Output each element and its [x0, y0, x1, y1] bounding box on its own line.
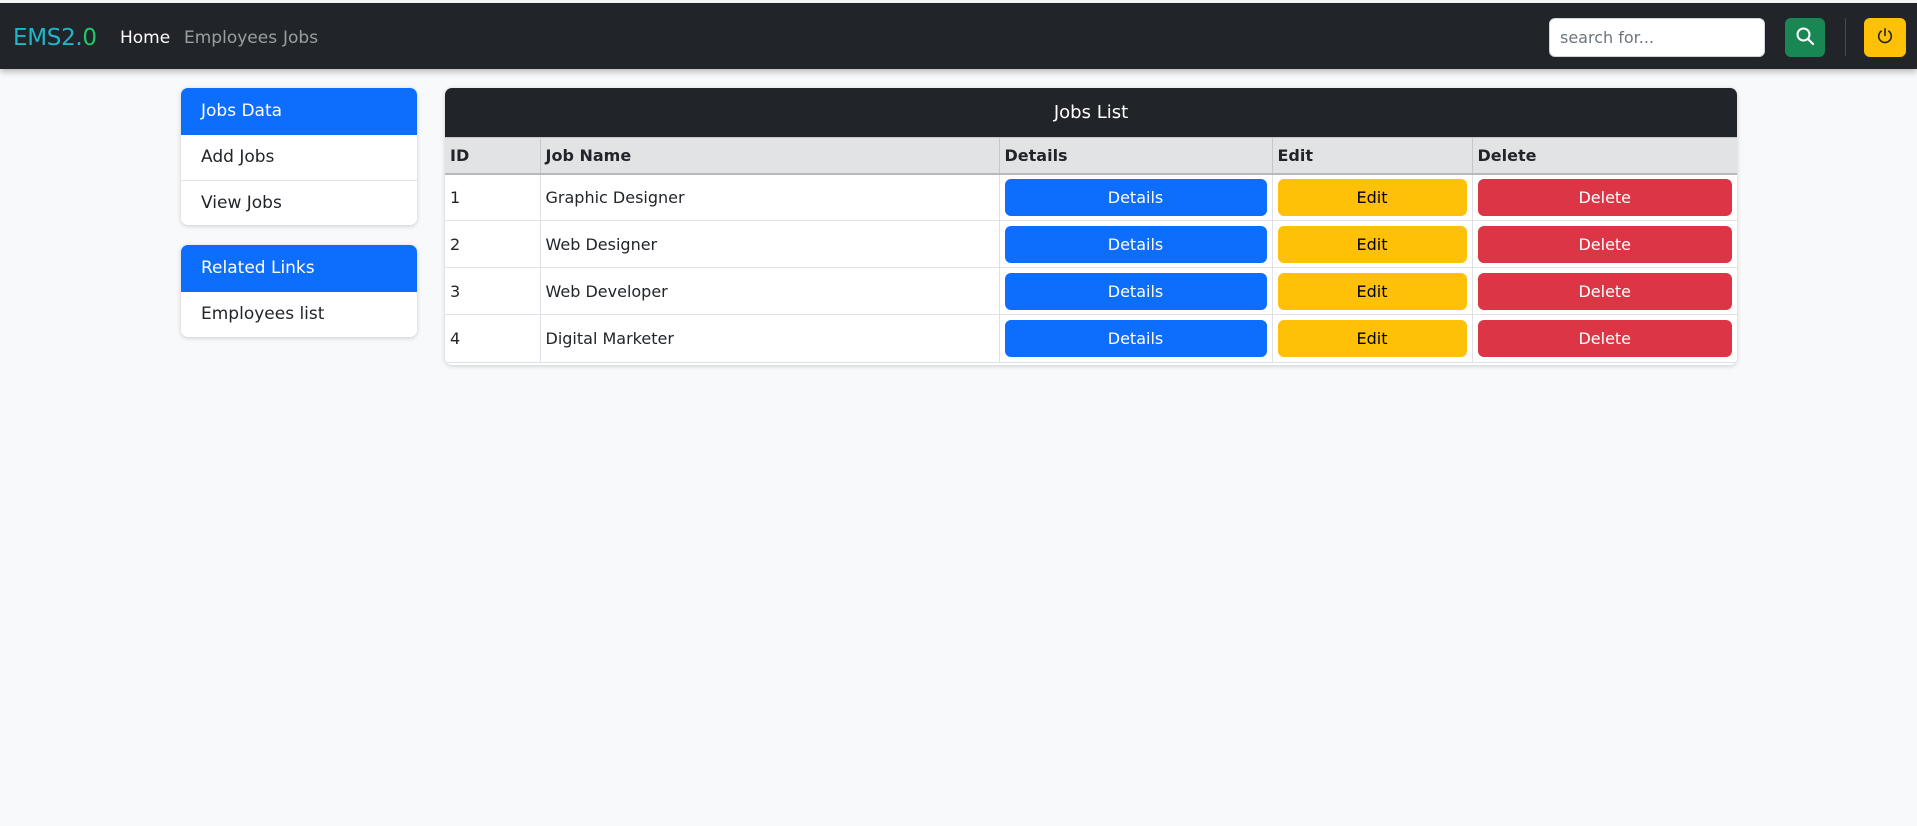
delete-cell: Delete: [1471, 267, 1737, 315]
table-header-row: ID Job Name Details Edit Delete: [445, 137, 1737, 175]
brand-logo[interactable]: EMS2.0: [13, 25, 97, 51]
jobs-data-card: Jobs Data Add Jobs View Jobs: [181, 88, 417, 225]
jobs-table: ID Job Name Details Edit Delete 1 Graphi…: [445, 137, 1737, 363]
sidebar-item-view-jobs[interactable]: View Jobs: [181, 180, 417, 225]
search-input[interactable]: [1549, 18, 1765, 57]
delete-cell: Delete: [1471, 220, 1737, 268]
job-id: 2: [445, 220, 541, 268]
table-row: 1 Graphic Designer Details Edit Delete: [445, 173, 1737, 221]
jobs-list-title: Jobs List: [445, 88, 1737, 137]
edit-cell: Edit: [1271, 267, 1473, 315]
edit-button[interactable]: Edit: [1277, 225, 1467, 263]
column-header-edit: Edit: [1271, 137, 1473, 175]
edit-button[interactable]: Edit: [1277, 320, 1467, 357]
top-navbar: EMS2.0 Home Employees Jobs: [0, 0, 1917, 69]
column-header-job-name: Job Name: [539, 137, 1000, 175]
navbar-divider: [1845, 18, 1846, 56]
details-cell: Details: [998, 173, 1273, 221]
edit-cell: Edit: [1271, 220, 1473, 268]
details-button[interactable]: Details: [1004, 272, 1267, 310]
job-id: 3: [445, 267, 541, 315]
job-name: Web Developer: [539, 267, 1000, 315]
job-id: 4: [445, 314, 541, 363]
nav-link-home[interactable]: Home: [120, 27, 170, 49]
delete-button[interactable]: Delete: [1477, 320, 1732, 357]
job-name: Graphic Designer: [539, 173, 1000, 221]
edit-cell: Edit: [1271, 173, 1473, 221]
delete-cell: Delete: [1471, 314, 1737, 363]
details-button[interactable]: Details: [1004, 225, 1267, 263]
details-button[interactable]: Details: [1004, 320, 1267, 357]
delete-button[interactable]: Delete: [1477, 178, 1732, 216]
column-header-details: Details: [998, 137, 1273, 175]
jobs-data-header: Jobs Data: [181, 88, 417, 135]
nav-link-employees[interactable]: Employees: [184, 27, 277, 49]
column-header-delete: Delete: [1471, 137, 1737, 175]
job-name: Digital Marketer: [539, 314, 1000, 363]
nav-link-jobs[interactable]: Jobs: [283, 27, 318, 49]
edit-button[interactable]: Edit: [1277, 272, 1467, 310]
brand-text-part1: EMS2.: [13, 25, 83, 51]
table-row: 4 Digital Marketer Details Edit Delete: [445, 314, 1737, 363]
details-cell: Details: [998, 220, 1273, 268]
delete-button[interactable]: Delete: [1477, 225, 1732, 263]
delete-button[interactable]: Delete: [1477, 272, 1732, 310]
power-icon: [1876, 27, 1894, 48]
related-links-card: Related Links Employees list: [181, 245, 417, 337]
brand-text-part2: 0: [82, 25, 97, 51]
details-cell: Details: [998, 314, 1273, 363]
related-links-header: Related Links: [181, 245, 417, 292]
details-button[interactable]: Details: [1004, 178, 1267, 216]
job-id: 1: [445, 173, 541, 221]
jobs-list-card: Jobs List ID Job Name Details Edit Delet…: [445, 88, 1737, 365]
table-row: 3 Web Developer Details Edit Delete: [445, 267, 1737, 315]
edit-button[interactable]: Edit: [1277, 178, 1467, 216]
table-row: 2 Web Designer Details Edit Delete: [445, 220, 1737, 268]
search-icon: [1795, 26, 1815, 49]
sidebar-item-employees-list[interactable]: Employees list: [181, 292, 417, 337]
column-header-id: ID: [445, 137, 541, 175]
details-cell: Details: [998, 267, 1273, 315]
logout-button[interactable]: [1864, 18, 1906, 57]
search-button[interactable]: [1785, 18, 1825, 57]
job-name: Web Designer: [539, 220, 1000, 268]
delete-cell: Delete: [1471, 173, 1737, 221]
edit-cell: Edit: [1271, 314, 1473, 363]
sidebar-item-add-jobs[interactable]: Add Jobs: [181, 135, 417, 180]
